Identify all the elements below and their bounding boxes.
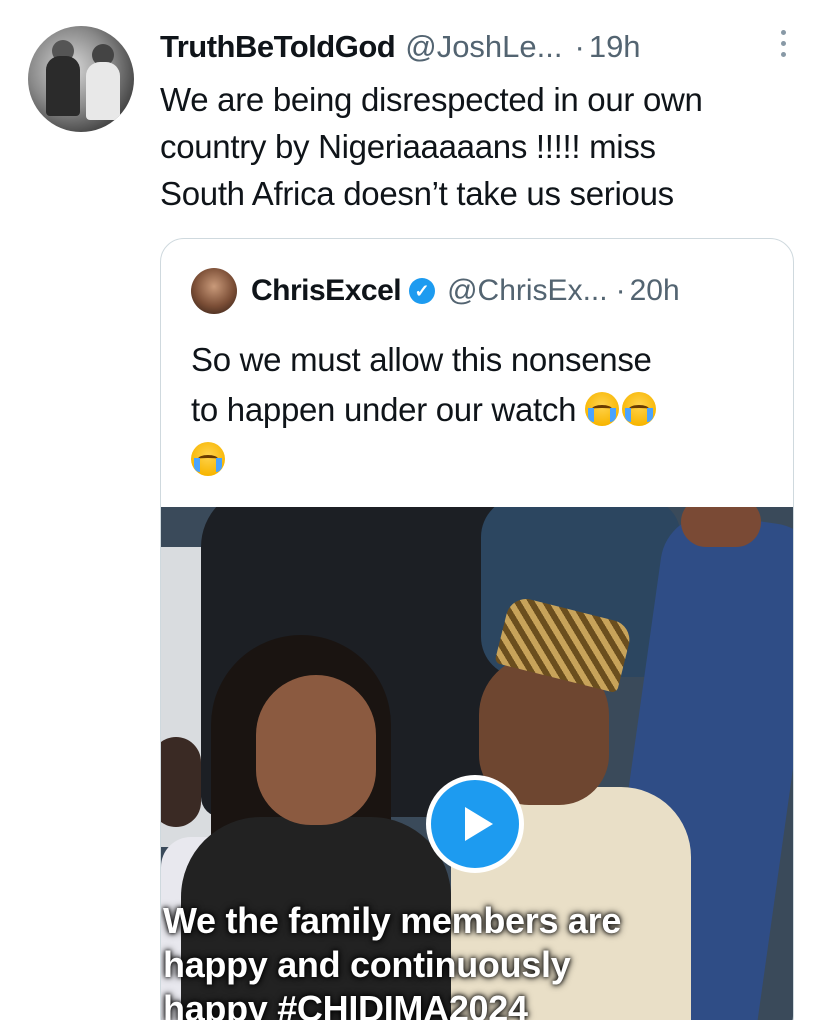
author-name[interactable]: TruthBeToldGod: [160, 29, 396, 65]
video-person: [161, 737, 201, 827]
play-icon[interactable]: [426, 775, 524, 873]
tweet[interactable]: TruthBeToldGod @JoshLe... · 19h We are b…: [0, 0, 816, 1020]
quoted-tweet-text: So we must allow this nonsense to happen…: [191, 335, 771, 485]
loudly-crying-face-icon: [191, 442, 225, 476]
tweet-timestamp[interactable]: 19h: [589, 29, 641, 65]
video-thumbnail[interactable]: We the family members are happy and cont…: [161, 507, 793, 1020]
quoted-tweet[interactable]: ChrisExcel ✓ @ChrisEx... · 20h So we mus…: [160, 238, 794, 1020]
tweet-text: We are being disrespected in our own cou…: [160, 81, 703, 212]
loudly-crying-face-icon: [622, 392, 656, 426]
quoted-tweet-text-line: So we must allow this nonsense: [191, 341, 652, 378]
tweet-header: TruthBeToldGod @JoshLe... · 19h: [160, 26, 796, 68]
quoted-author-handle[interactable]: @ChrisEx...: [447, 274, 607, 308]
quoted-tweet-header: ChrisExcel ✓ @ChrisEx... · 20h: [191, 267, 773, 315]
author-avatar[interactable]: [28, 26, 134, 132]
author-handle[interactable]: @JoshLe...: [405, 29, 562, 65]
avatar-figure: [86, 62, 120, 120]
quoted-author-name[interactable]: ChrisExcel: [251, 274, 402, 308]
video-person-face: [256, 675, 376, 825]
quoted-tweet-timestamp[interactable]: 20h: [630, 274, 680, 308]
avatar-figure: [46, 56, 80, 116]
video-person-hand: [681, 507, 761, 547]
verified-badge-icon: ✓: [409, 278, 436, 304]
separator-dot: ·: [574, 29, 585, 64]
video-caption: We the family members are happy and cont…: [163, 900, 622, 1020]
quoted-author-avatar[interactable]: [191, 268, 237, 314]
separator-dot: ·: [615, 274, 626, 307]
loudly-crying-face-icon: [585, 392, 619, 426]
more-vertical-icon[interactable]: [778, 30, 788, 57]
quoted-tweet-text-line: to happen under our watch: [191, 391, 577, 428]
